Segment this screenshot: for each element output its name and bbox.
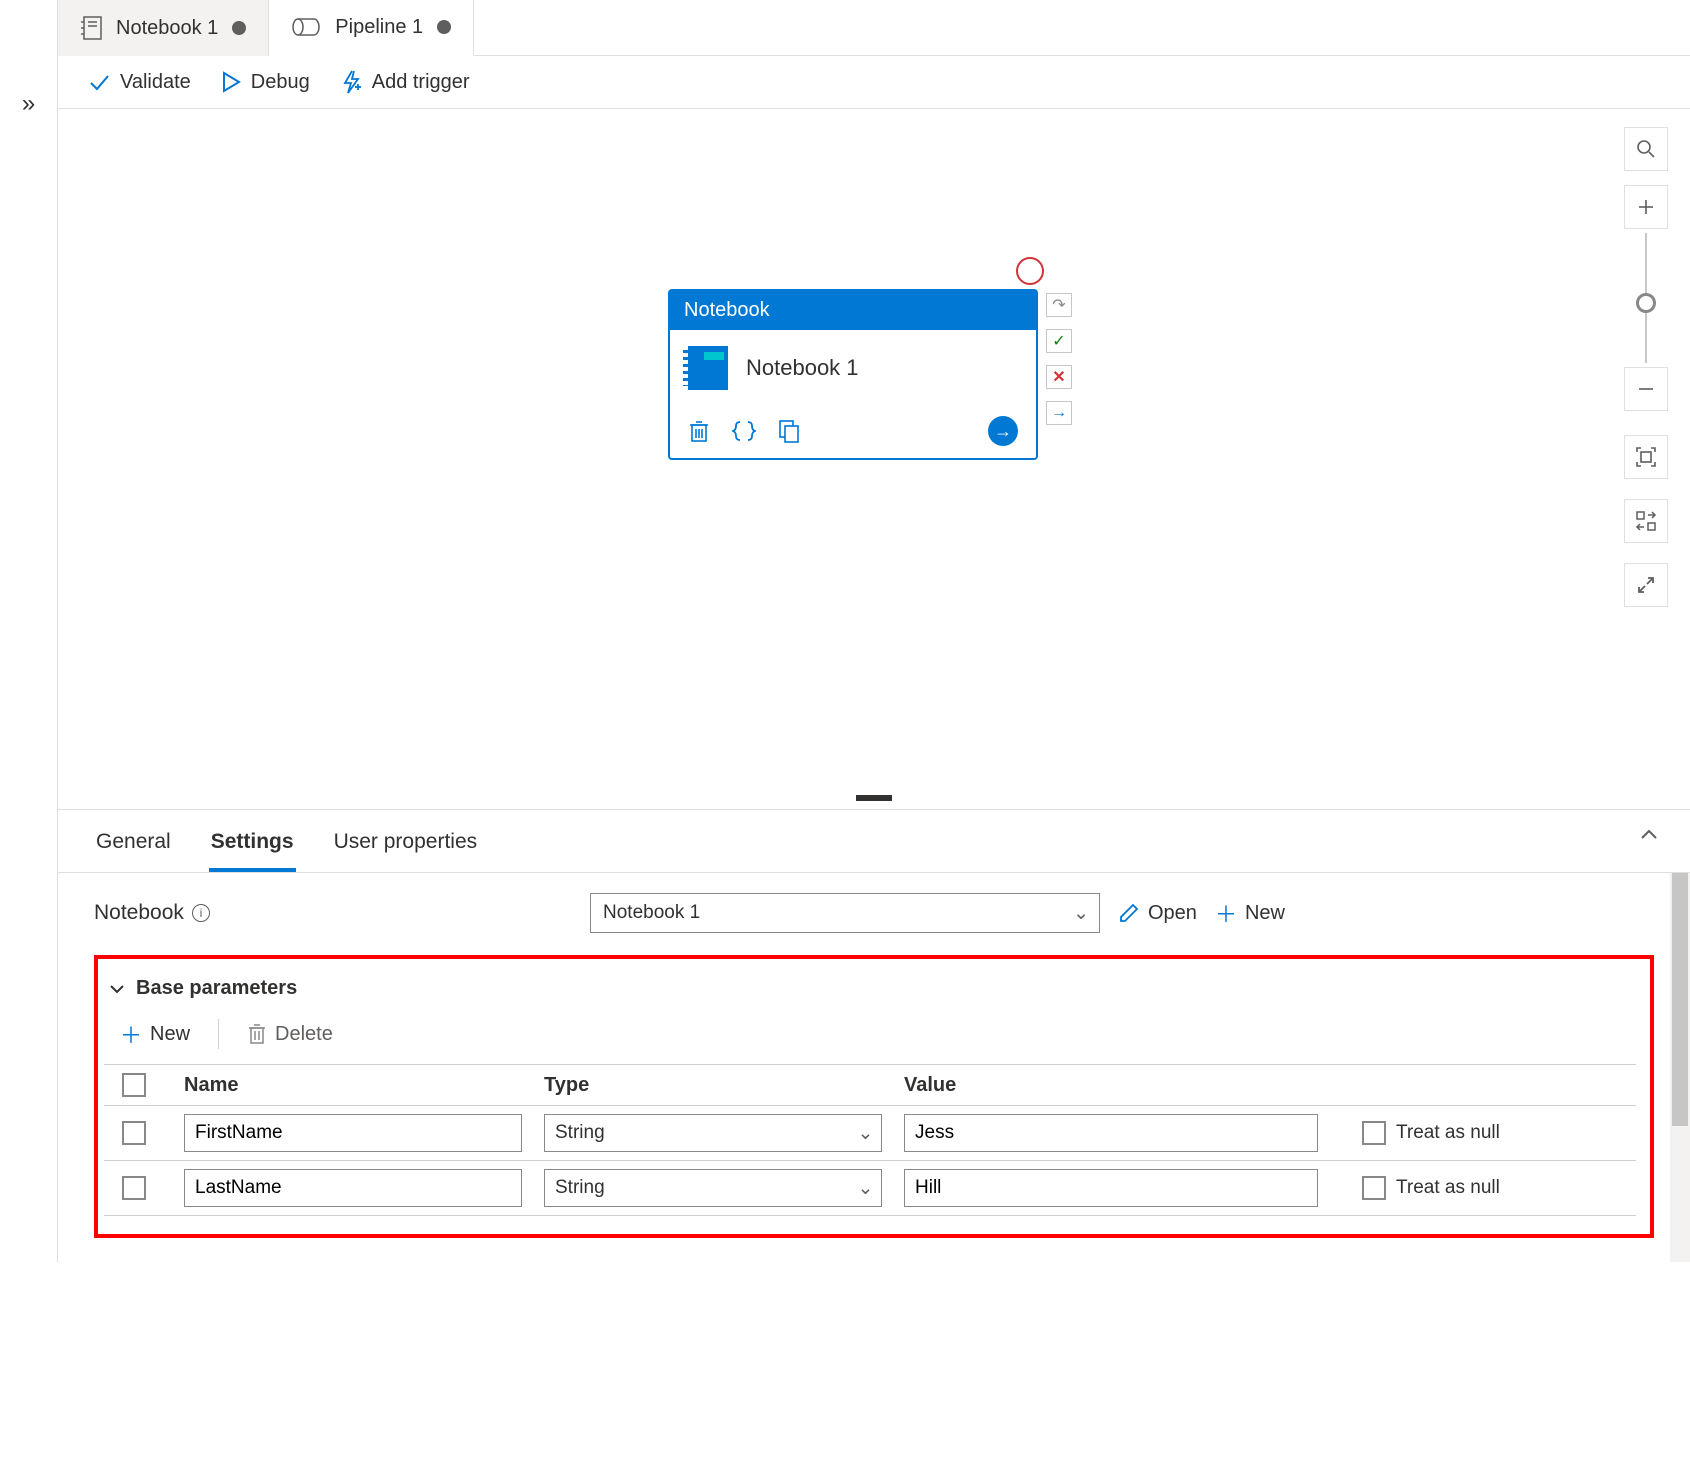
select-all-checkbox[interactable] [122,1073,146,1097]
delete-parameter-button[interactable]: Delete [247,1023,333,1046]
treat-as-null-checkbox[interactable] [1362,1176,1386,1200]
chevron-down-icon [108,980,126,998]
auto-layout-button[interactable] [1624,499,1668,543]
canvas-tools [1624,127,1668,607]
info-icon[interactable]: i [192,904,210,922]
new-notebook-button[interactable]: ＋ New [1215,897,1285,929]
tab-pipeline-1[interactable]: Pipeline 1 [269,0,474,56]
chevron-down-icon: ⌄ [857,1177,873,1200]
table-row: String⌄ Treat as null [104,1161,1636,1216]
collapse-panel-button[interactable] [1638,824,1660,846]
row-checkbox[interactable] [122,1121,146,1145]
param-value-input[interactable] [904,1169,1318,1207]
validate-label: Validate [120,71,191,94]
row-checkbox[interactable] [122,1176,146,1200]
parameters-table: Name Type Value String⌄ Treat as null [104,1064,1636,1216]
debug-label: Debug [251,71,310,94]
chevron-down-icon: ⌄ [1073,902,1089,925]
fit-to-screen-button[interactable] [1624,435,1668,479]
sidebar-expand-toggle[interactable]: » [0,0,58,1262]
unsaved-dot-icon [232,21,246,35]
unsaved-dot-icon [437,20,451,34]
on-skip-handle[interactable]: ↷ [1046,293,1072,317]
zoom-out-button[interactable] [1624,367,1668,411]
activity-name-label: Notebook 1 [746,355,859,381]
add-trigger-button[interactable]: Add trigger [340,70,470,94]
notebook-select[interactable]: Notebook 1 ⌄ [590,893,1100,933]
activity-type-label: Notebook [670,291,1036,330]
notebook-activity-node[interactable]: Notebook Notebook 1 [668,289,1038,460]
base-parameters-highlight: Base parameters ＋ New Delete [94,955,1654,1238]
tab-user-properties[interactable]: User properties [332,820,480,872]
fullscreen-button[interactable] [1624,563,1668,607]
pipeline-canvas[interactable]: Notebook Notebook 1 [58,109,1690,809]
editor-tabs: Notebook 1 Pipeline 1 [58,0,1690,56]
param-type-select[interactable]: String⌄ [544,1169,882,1207]
lightning-icon [340,70,362,94]
add-trigger-label: Add trigger [372,71,470,94]
debug-button[interactable]: Debug [221,71,310,94]
table-row: String⌄ Treat as null [104,1106,1636,1161]
divider [218,1019,219,1049]
pencil-icon [1118,902,1140,924]
activity-output-handles: ↷ ✓ ✕ → [1046,293,1072,425]
col-value: Value [904,1074,1344,1097]
col-type: Type [544,1074,904,1097]
delete-activity-button[interactable] [688,419,710,443]
base-parameters-toggle[interactable]: Base parameters [108,977,1636,1000]
code-braces-button[interactable] [732,419,756,443]
notebook-icon [80,16,102,40]
zoom-in-button[interactable] [1624,185,1668,229]
new-parameter-button[interactable]: ＋ New [120,1018,190,1050]
properties-panel: General Settings User properties Noteboo… [58,809,1690,1262]
zoom-slider[interactable] [1645,233,1647,363]
tab-label: Notebook 1 [116,17,218,40]
treat-as-null-checkbox[interactable] [1362,1121,1386,1145]
copy-activity-button[interactable] [778,419,800,443]
panel-resize-handle[interactable] [856,795,892,801]
pipeline-icon [291,17,321,37]
chevron-down-icon: ⌄ [857,1122,873,1145]
tab-notebook-1[interactable]: Notebook 1 [58,0,269,56]
notebook-icon [688,346,728,390]
play-icon [221,71,241,93]
panel-scrollbar[interactable] [1670,873,1690,1262]
col-name: Name [184,1074,544,1097]
validation-marker-icon [1016,257,1044,285]
tab-general[interactable]: General [94,820,173,872]
validate-button[interactable]: Validate [88,71,191,94]
on-completion-handle[interactable]: → [1046,401,1072,425]
check-icon [88,71,110,93]
open-notebook-button[interactable]: Open [1118,902,1197,925]
param-name-input[interactable] [184,1169,522,1207]
tab-label: Pipeline 1 [335,16,423,39]
notebook-field-label: Notebook i [94,901,284,925]
param-type-select[interactable]: String⌄ [544,1114,882,1152]
notebook-select-value: Notebook 1 [603,902,700,924]
on-success-handle[interactable]: ✓ [1046,329,1072,353]
run-activity-button[interactable]: → [988,416,1018,446]
scrollbar-thumb[interactable] [1672,873,1688,1126]
param-name-input[interactable] [184,1114,522,1152]
on-fail-handle[interactable]: ✕ [1046,365,1072,389]
pipeline-toolbar: Validate Debug Add trigger [58,56,1690,109]
param-value-input[interactable] [904,1114,1318,1152]
zoom-slider-thumb[interactable] [1636,293,1656,313]
search-canvas-button[interactable] [1624,127,1668,171]
tab-filler [474,0,1690,56]
plus-icon: ＋ [1215,897,1237,929]
plus-icon: ＋ [120,1018,142,1050]
tab-settings[interactable]: Settings [209,820,296,872]
trash-icon [247,1023,267,1045]
